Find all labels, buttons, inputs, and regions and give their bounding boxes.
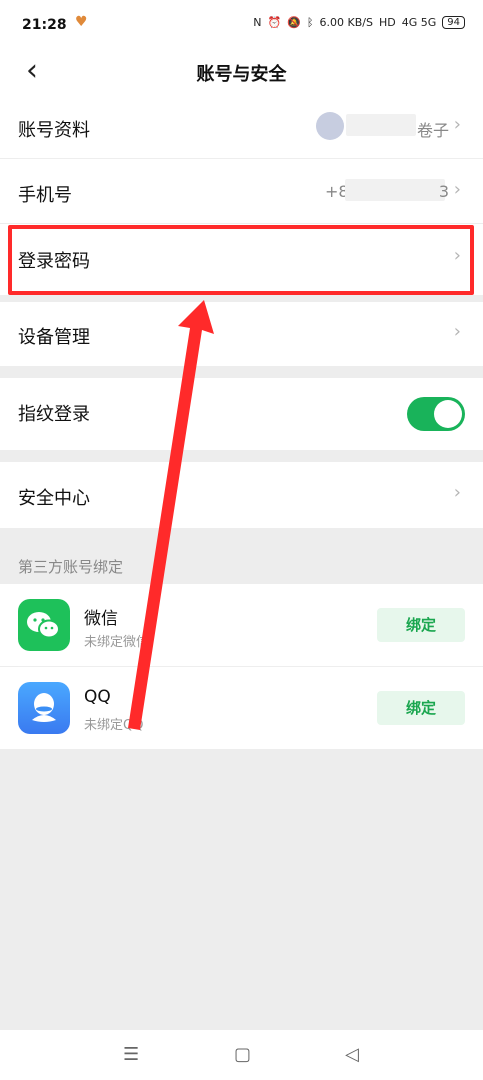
home-icon[interactable]: ▢ [234, 1044, 251, 1065]
arrow-shape [128, 300, 214, 730]
menu-icon[interactable]: ☰ [123, 1044, 139, 1065]
back-nav-icon[interactable]: ◁ [345, 1044, 359, 1065]
annotation-arrow [128, 300, 214, 730]
system-nav-bar: ☰ ▢ ◁ [0, 1030, 483, 1080]
